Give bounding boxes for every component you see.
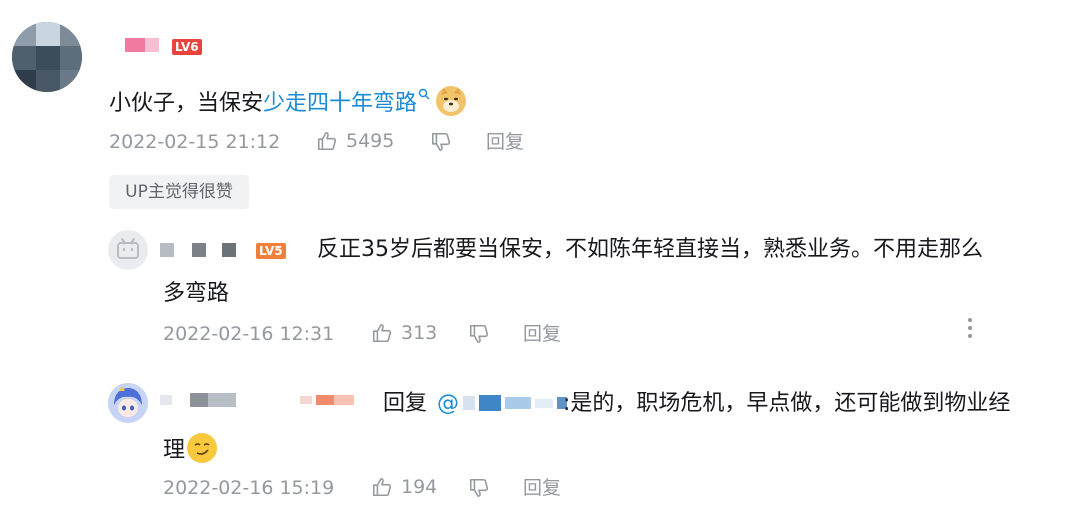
dislike-button[interactable] (468, 477, 490, 499)
thumbs-down-icon (431, 132, 451, 152)
mention-link[interactable]: @ (437, 389, 569, 419)
dislike-button[interactable] (430, 131, 452, 153)
comment-text: 小伙子，当保安 (109, 91, 264, 116)
reply-content-text: 理 (163, 438, 186, 463)
reply-button[interactable]: 回复 (486, 130, 524, 154)
thumbs-up-icon (372, 323, 392, 343)
dislike-button[interactable] (468, 323, 490, 345)
like-count: 313 (401, 322, 438, 344)
level-badge: LV5 (256, 243, 286, 259)
reply-to-label: 回复 (383, 391, 428, 416)
reply-button[interactable]: 回复 (523, 322, 561, 346)
username[interactable] (160, 243, 240, 257)
reply-content-continued: 多弯路 (163, 281, 230, 306)
more-vertical-icon[interactable] (967, 318, 973, 340)
tv-mascot-icon (117, 238, 139, 259)
reply-time: 2022-02-16 15:19 (163, 477, 335, 499)
avatar[interactable] (108, 230, 148, 270)
reply-button[interactable]: 回复 (523, 476, 561, 500)
comment-content: 小伙子，当保安少走四十年弯路 (109, 86, 467, 119)
avatar[interactable] (108, 383, 148, 423)
mention-at: @ (437, 391, 459, 416)
up-liked-badge: UP主觉得很赞 (109, 175, 249, 209)
search-icon[interactable] (418, 88, 430, 100)
thumbs-up-icon (317, 131, 337, 151)
thumbs-up-icon (372, 477, 392, 497)
like-button[interactable]: 5495 (316, 130, 394, 152)
doge-emoji-icon (436, 86, 467, 116)
thumbs-down-icon (469, 478, 489, 498)
username[interactable] (125, 38, 159, 52)
smirk-emoji-icon (187, 433, 218, 463)
reply-time: 2022-02-16 12:31 (163, 323, 335, 345)
like-count: 5495 (346, 130, 395, 152)
reply-content: :是的，职场危机，早点做，还可能做到物业经 (563, 391, 1011, 416)
username[interactable] (160, 393, 355, 407)
like-button[interactable]: 313 (371, 322, 437, 344)
avatar[interactable] (12, 22, 82, 92)
anime-avatar-icon (108, 383, 148, 423)
thumbs-down-icon (469, 324, 489, 344)
reply-content-continued: 理 (163, 433, 218, 466)
comment-time: 2022-02-15 21:12 (109, 131, 281, 153)
like-count: 194 (401, 476, 438, 498)
mention-name-blur (459, 393, 569, 413)
level-badge: LV6 (172, 39, 202, 55)
like-button[interactable]: 194 (371, 476, 437, 498)
search-keyword-link[interactable]: 少走四十年弯路 (263, 91, 417, 116)
reply-content: 反正35岁后都要当保安，不如陈年轻直接当，熟悉业务。不用走那么 (317, 237, 983, 262)
